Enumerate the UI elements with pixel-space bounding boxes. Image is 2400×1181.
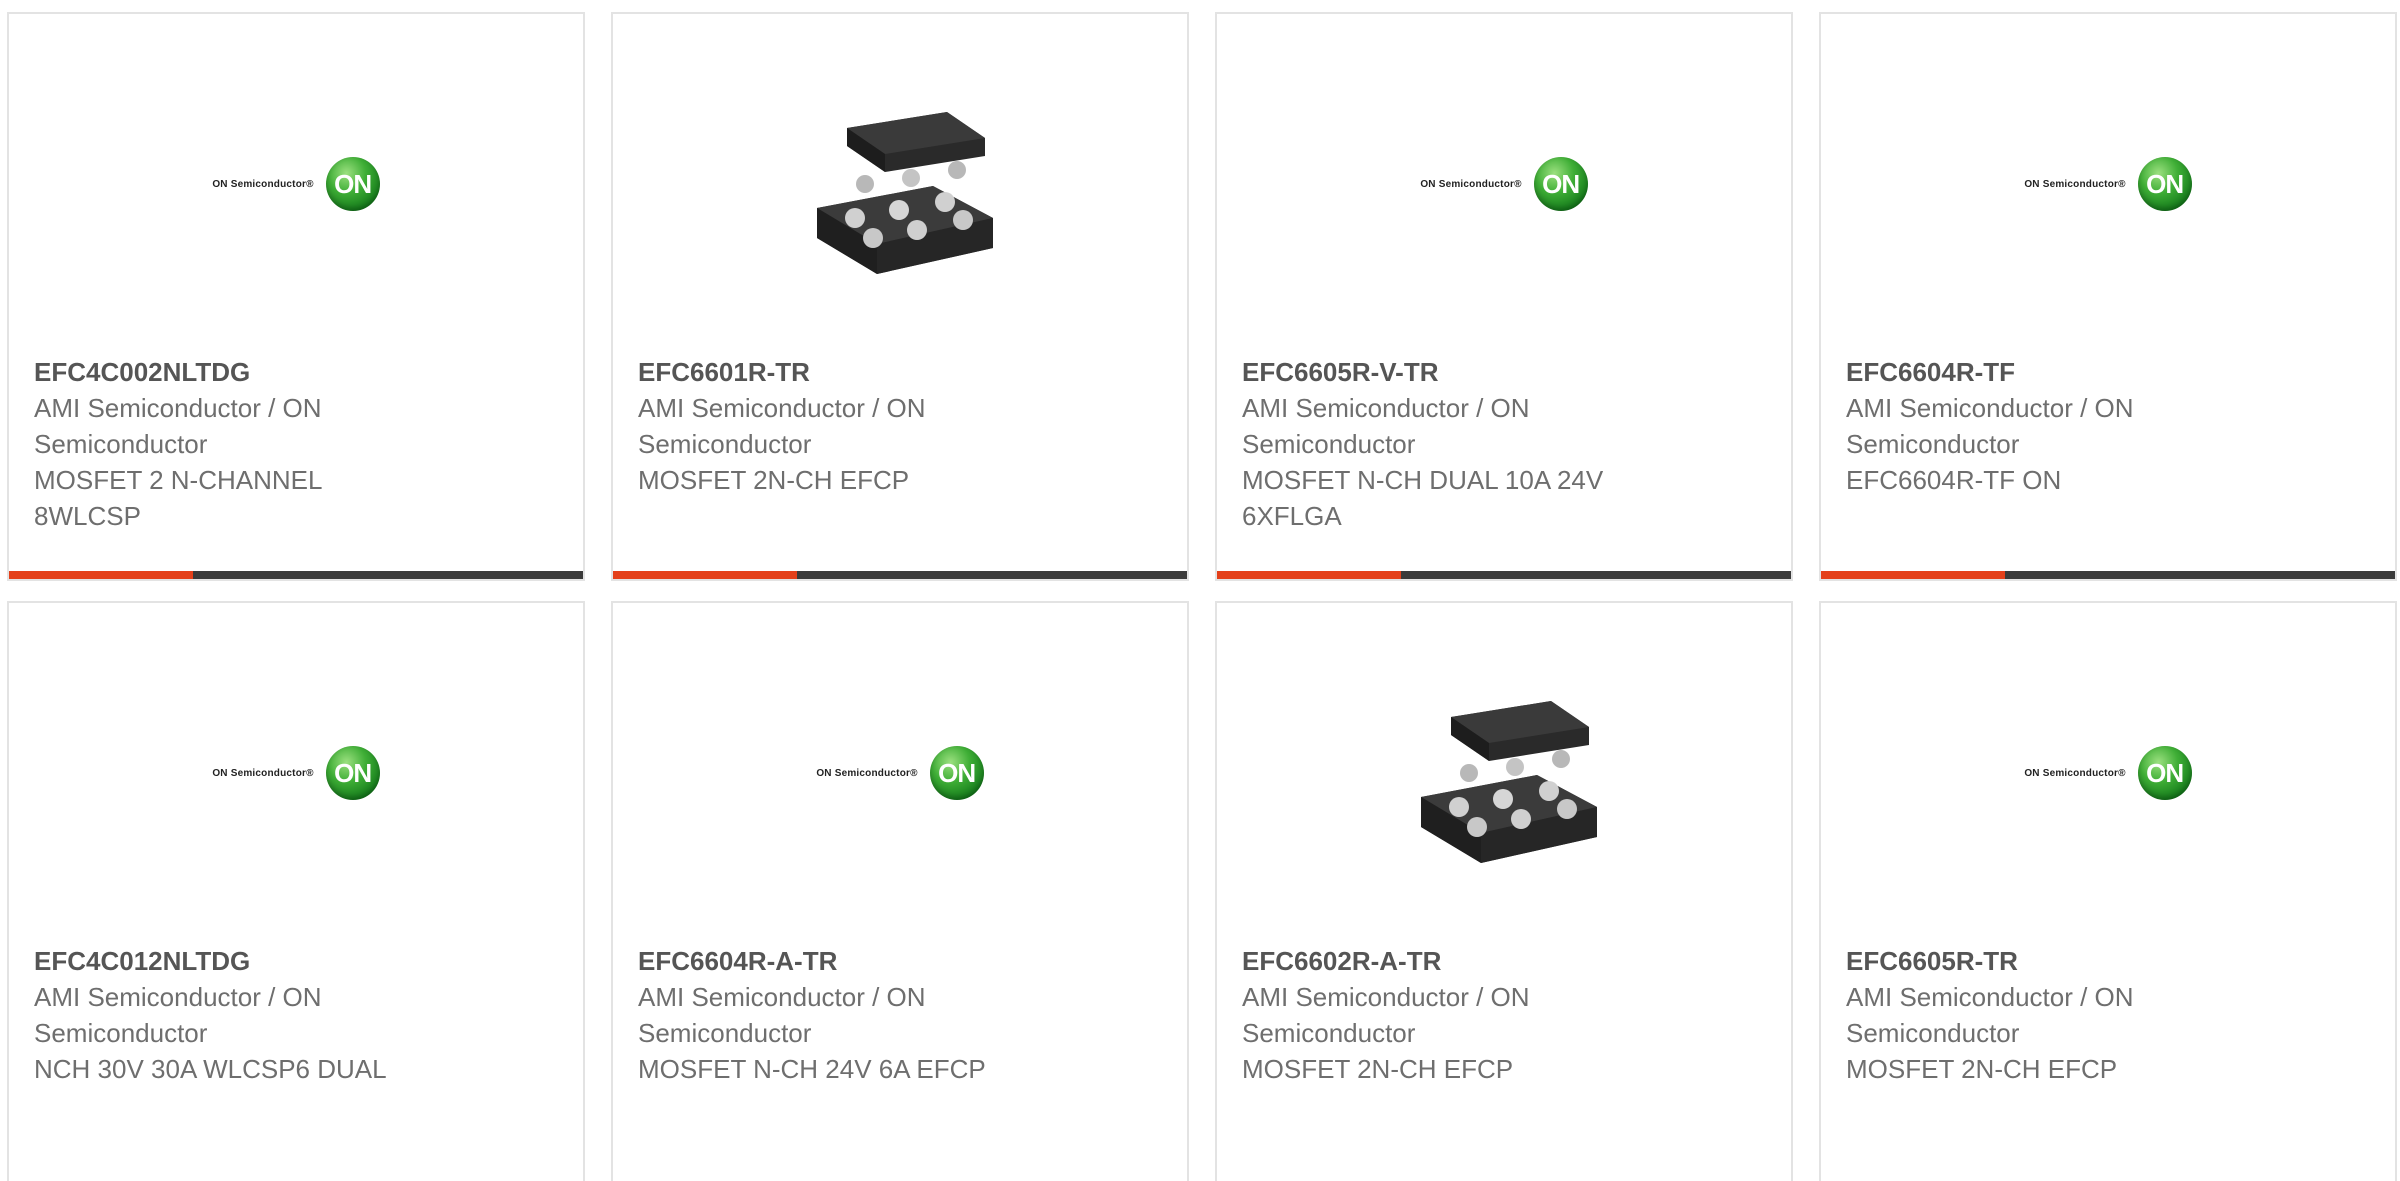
- product-card[interactable]: ON Semiconductor® ON EFC6604R-TF AMI Sem…: [1819, 12, 2397, 581]
- description: MOSFET N-CH DUAL 10A 24V 6XFLGA: [1242, 465, 1604, 531]
- logo-text: ON Semiconductor®: [212, 178, 314, 190]
- product-info: EFC6605R-V-TR AMI Semiconductor / ON Sem…: [1242, 354, 1642, 534]
- logo-mark: ON: [929, 746, 984, 800]
- product-image[interactable]: [1217, 603, 1791, 945]
- manufacturer: AMI Semiconductor / ON Semiconductor: [638, 393, 926, 459]
- progress-bar-fill: [1217, 571, 1401, 579]
- description: MOSFET 2N-CH EFCP: [1846, 1054, 2118, 1084]
- part-number-link[interactable]: EFC6604R-TF: [1846, 354, 2246, 390]
- chip-package-image: [817, 112, 993, 274]
- logo-mark: ON: [325, 746, 380, 800]
- description: MOSFET 2 N-CHANNEL 8WLCSP: [34, 465, 322, 531]
- product-image[interactable]: [613, 14, 1187, 356]
- manufacturer: AMI Semiconductor / ON Semiconductor: [34, 393, 322, 459]
- product-info: EFC6604R-TF AMI Semiconductor / ON Semic…: [1846, 354, 2246, 498]
- part-number-link[interactable]: EFC4C002NLTDG: [34, 354, 434, 390]
- product-info: EFC4C012NLTDG AMI Semiconductor / ON Sem…: [34, 943, 434, 1087]
- progress-bar: [1821, 571, 2395, 579]
- progress-bar: [9, 571, 583, 579]
- on-semiconductor-logo: ON Semiconductor® ON: [9, 154, 583, 214]
- product-card[interactable]: EFC6602R-A-TR AMI Semiconductor / ON Sem…: [1215, 601, 1793, 1181]
- description: EFC6604R-TF ON: [1846, 465, 2062, 495]
- product-image[interactable]: ON Semiconductor® ON: [9, 14, 583, 356]
- product-image[interactable]: ON Semiconductor® ON: [1217, 14, 1791, 356]
- on-semiconductor-logo: ON Semiconductor® ON: [1821, 154, 2395, 214]
- progress-bar-fill: [9, 571, 193, 579]
- progress-bar-fill: [613, 571, 797, 579]
- logo-text: ON Semiconductor®: [1420, 178, 1522, 190]
- on-semiconductor-logo: ON Semiconductor® ON: [1821, 743, 2395, 803]
- logo-mark: ON: [2137, 157, 2192, 211]
- logo-mark: ON: [2137, 746, 2192, 800]
- progress-bar-fill: [1821, 571, 2005, 579]
- manufacturer: AMI Semiconductor / ON Semiconductor: [1846, 393, 2134, 459]
- logo-mark: ON: [325, 157, 380, 211]
- manufacturer: AMI Semiconductor / ON Semiconductor: [1242, 982, 1530, 1048]
- manufacturer: AMI Semiconductor / ON Semiconductor: [1846, 982, 2134, 1048]
- description: NCH 30V 30A WLCSP6 DUAL: [34, 1054, 387, 1084]
- product-grid: ON Semiconductor® ON EFC4C002NLTDG AMI S…: [0, 0, 2400, 1181]
- chip-package-image: [1421, 701, 1597, 863]
- product-card[interactable]: ON Semiconductor® ON EFC6605R-TR AMI Sem…: [1819, 601, 2397, 1181]
- part-number-link[interactable]: EFC4C012NLTDG: [34, 943, 434, 979]
- product-card[interactable]: EFC6601R-TR AMI Semiconductor / ON Semic…: [611, 12, 1189, 581]
- product-info: EFC6601R-TR AMI Semiconductor / ON Semic…: [638, 354, 1038, 498]
- part-number-link[interactable]: EFC6602R-A-TR: [1242, 943, 1642, 979]
- product-info: EFC4C002NLTDG AMI Semiconductor / ON Sem…: [34, 354, 434, 534]
- description: MOSFET 2N-CH EFCP: [1242, 1054, 1514, 1084]
- progress-bar: [1217, 571, 1791, 579]
- product-info: EFC6604R-A-TR AMI Semiconductor / ON Sem…: [638, 943, 1038, 1087]
- product-image[interactable]: ON Semiconductor® ON: [9, 603, 583, 945]
- part-number-link[interactable]: EFC6605R-V-TR: [1242, 354, 1642, 390]
- logo-text: ON Semiconductor®: [2024, 178, 2126, 190]
- on-semiconductor-logo: ON Semiconductor® ON: [1217, 154, 1791, 214]
- progress-bar: [613, 571, 1187, 579]
- part-number-link[interactable]: EFC6605R-TR: [1846, 943, 2246, 979]
- product-image[interactable]: ON Semiconductor® ON: [613, 603, 1187, 945]
- logo-text: ON Semiconductor®: [816, 767, 918, 779]
- product-card[interactable]: ON Semiconductor® ON EFC6604R-A-TR AMI S…: [611, 601, 1189, 1181]
- product-card[interactable]: ON Semiconductor® ON EFC6605R-V-TR AMI S…: [1215, 12, 1793, 581]
- manufacturer: AMI Semiconductor / ON Semiconductor: [34, 982, 322, 1048]
- product-info: EFC6602R-A-TR AMI Semiconductor / ON Sem…: [1242, 943, 1642, 1087]
- part-number-link[interactable]: EFC6604R-A-TR: [638, 943, 1038, 979]
- description: MOSFET 2N-CH EFCP: [638, 465, 910, 495]
- product-card[interactable]: ON Semiconductor® ON EFC4C012NLTDG AMI S…: [7, 601, 585, 1181]
- description: MOSFET N-CH 24V 6A EFCP: [638, 1054, 986, 1084]
- manufacturer: AMI Semiconductor / ON Semiconductor: [1242, 393, 1530, 459]
- logo-text: ON Semiconductor®: [2024, 767, 2126, 779]
- on-semiconductor-logo: ON Semiconductor® ON: [9, 743, 583, 803]
- product-info: EFC6605R-TR AMI Semiconductor / ON Semic…: [1846, 943, 2246, 1087]
- product-image[interactable]: ON Semiconductor® ON: [1821, 603, 2395, 945]
- product-image[interactable]: ON Semiconductor® ON: [1821, 14, 2395, 356]
- logo-mark: ON: [1533, 157, 1588, 211]
- manufacturer: AMI Semiconductor / ON Semiconductor: [638, 982, 926, 1048]
- logo-text: ON Semiconductor®: [212, 767, 314, 779]
- product-card[interactable]: ON Semiconductor® ON EFC4C002NLTDG AMI S…: [7, 12, 585, 581]
- part-number-link[interactable]: EFC6601R-TR: [638, 354, 1038, 390]
- on-semiconductor-logo: ON Semiconductor® ON: [613, 743, 1187, 803]
